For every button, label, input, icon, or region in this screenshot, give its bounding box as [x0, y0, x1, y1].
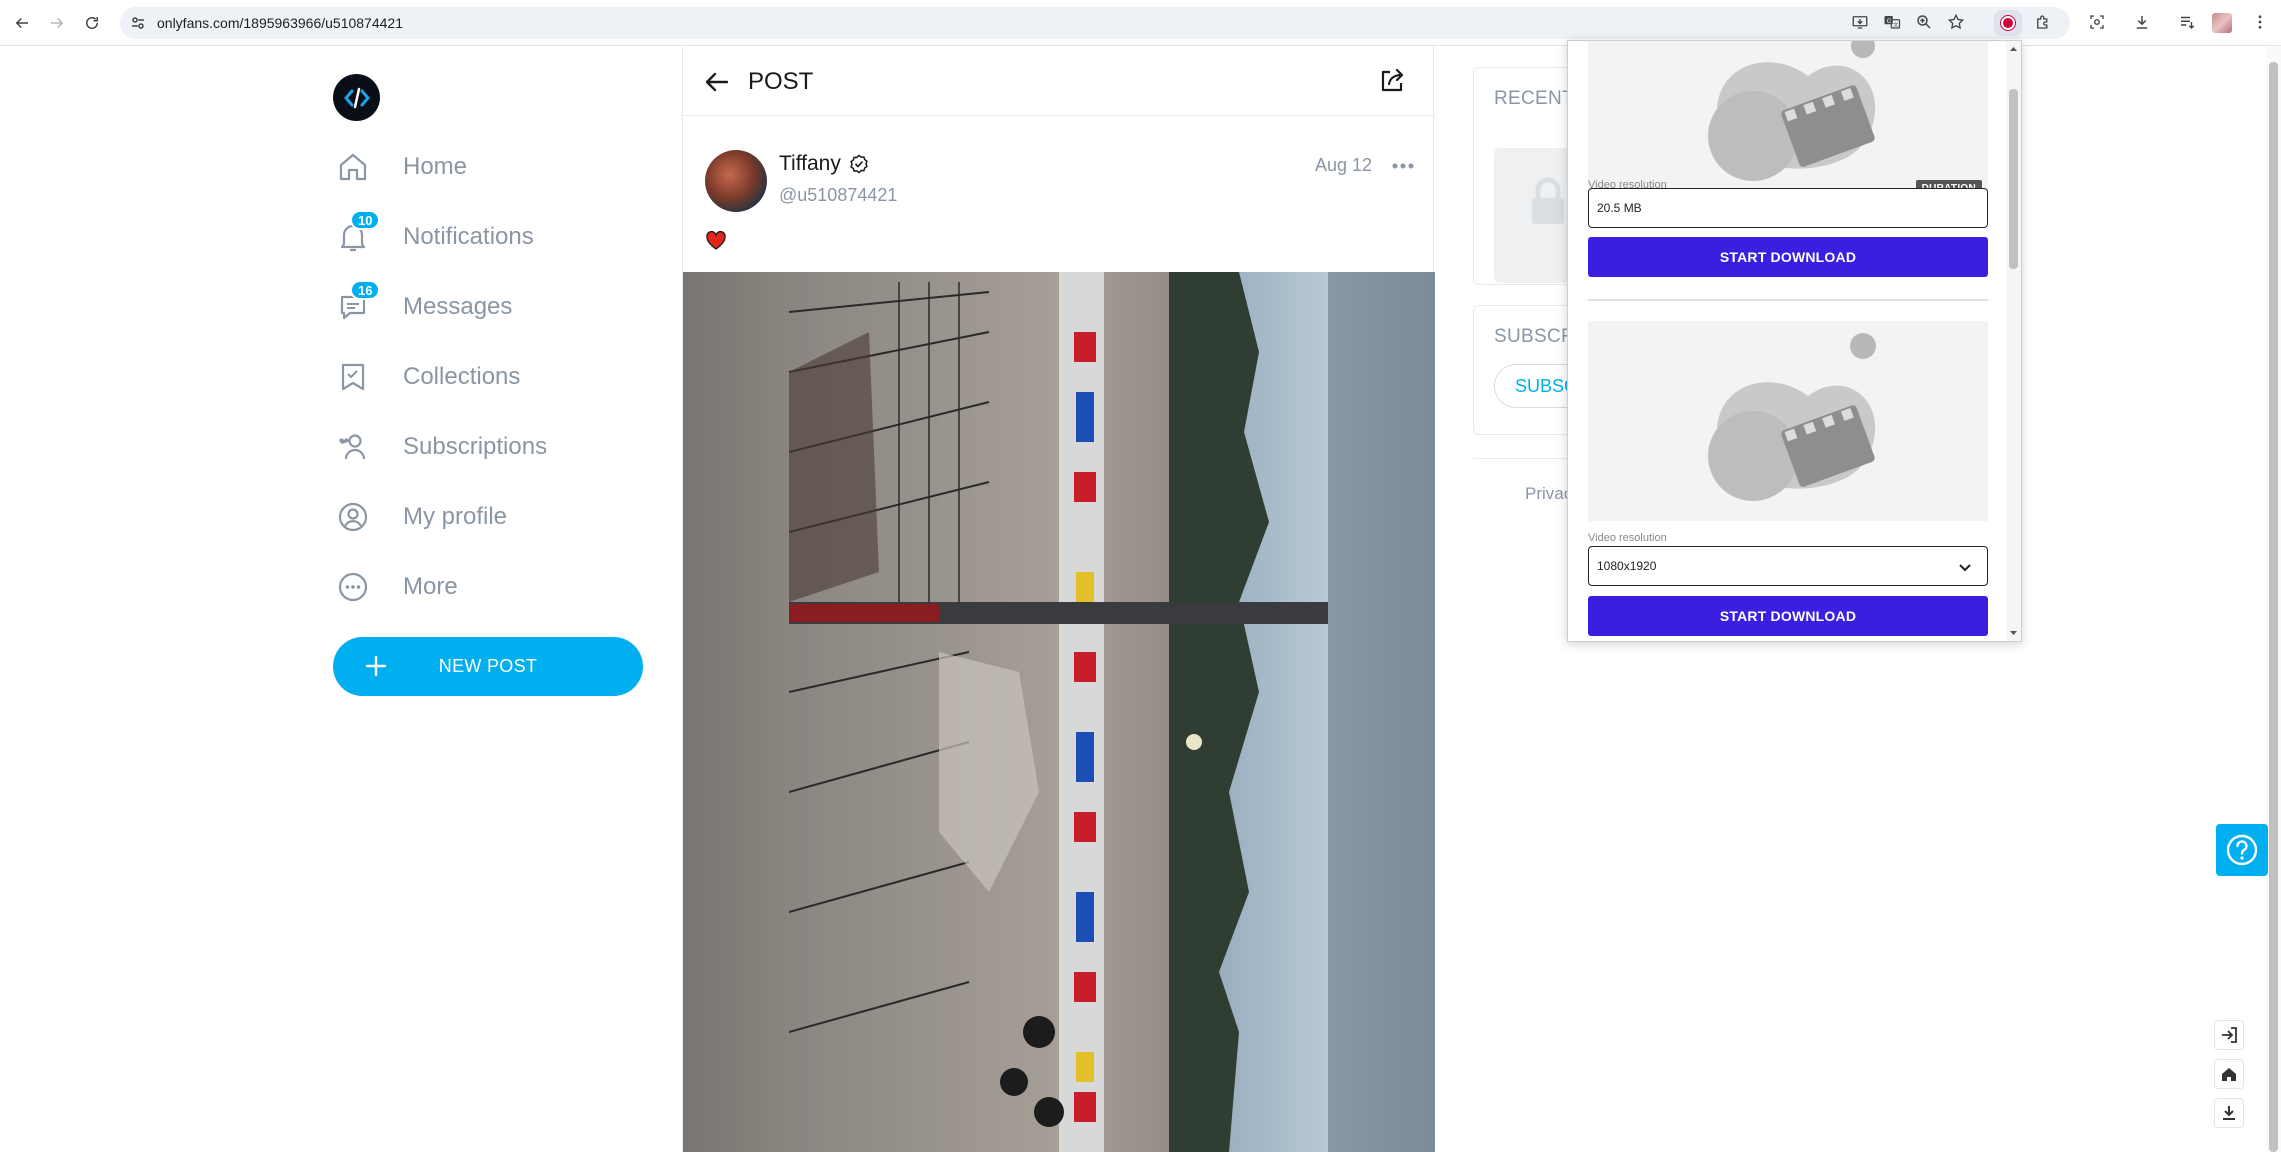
video-placeholder-icon — [1708, 41, 1876, 181]
page-scrollbar[interactable] — [2266, 46, 2281, 1152]
sidebar-item-label: Subscriptions — [403, 433, 548, 460]
new-post-button[interactable]: NEW POST — [333, 637, 643, 696]
sidebar-item-home[interactable]: Home — [333, 142, 643, 192]
code-logo-icon — [343, 87, 370, 108]
translate-icon[interactable]: G文 — [1881, 11, 1903, 33]
bookmark-star-icon[interactable] — [1945, 11, 1967, 33]
post-date: Aug 12 — [1315, 155, 1373, 175]
home-icon — [2222, 1068, 2236, 1081]
login-icon — [2222, 1027, 2237, 1043]
help-button[interactable] — [2216, 824, 2268, 876]
url-text: onlyfans.com/1895963966/u510874421 — [157, 15, 403, 31]
download-icon — [2223, 1106, 2235, 1120]
messages-badge: 16 — [350, 280, 381, 300]
address-bar[interactable]: onlyfans.com/1895963966/u510874421 — [120, 7, 2070, 39]
subscription-title: SUBSCR — [1494, 326, 1575, 347]
recorder-extension-icon[interactable] — [1994, 10, 2022, 36]
post-video[interactable] — [683, 272, 1435, 1152]
heart-icon[interactable] — [705, 230, 727, 252]
sidebar-item-notifications[interactable]: 10 Notifications — [333, 210, 643, 262]
resolution-value: 20.5 MB — [1597, 201, 1642, 215]
sidebar-item-label: Collections — [403, 363, 521, 390]
chat-icon: 16 — [333, 280, 381, 327]
start-download-button[interactable]: START DOWNLOAD — [1588, 237, 1988, 277]
profile-avatar[interactable] — [2212, 13, 2232, 33]
start-download-button[interactable]: START DOWNLOAD — [1588, 596, 1988, 636]
author-handle[interactable]: @u510874421 — [779, 185, 897, 206]
resolution-select[interactable]: 1080x1920 — [1588, 546, 1988, 586]
svg-text:文: 文 — [1893, 21, 1899, 29]
plus-icon — [365, 655, 387, 677]
screenshot-icon[interactable] — [2086, 11, 2108, 33]
sidebar-item-label: Home — [403, 153, 468, 180]
recent-title: RECENT — [1494, 88, 1574, 109]
downloads-icon[interactable] — [2131, 11, 2153, 33]
home-icon — [333, 147, 373, 187]
scroll-down-icon[interactable] — [2009, 629, 2018, 637]
post-options-icon[interactable] — [1390, 158, 1416, 174]
avatar[interactable] — [705, 150, 767, 212]
divider — [1588, 299, 1988, 301]
video-placeholder-icon — [1708, 333, 1876, 501]
profile-icon — [333, 497, 373, 537]
verified-icon — [850, 154, 868, 174]
privacy-link[interactable]: Privac — [1525, 484, 1572, 504]
video-thumbnail — [1588, 321, 1988, 521]
site-logo[interactable] — [333, 74, 380, 121]
install-app-icon[interactable] — [1849, 11, 1871, 33]
resolution-label: Video resolution — [1588, 532, 1667, 544]
sidebar-item-collections[interactable]: Collections — [333, 352, 643, 402]
post-header: POST — [683, 46, 1435, 116]
sidebar-item-subscriptions[interactable]: Subscriptions — [333, 422, 643, 472]
collections-icon — [333, 357, 373, 397]
extensions-puzzle-icon[interactable] — [2032, 11, 2054, 33]
sidebar-item-label: My profile — [403, 503, 508, 530]
lock-icon — [1532, 177, 1564, 224]
reading-list-icon[interactable] — [2176, 11, 2198, 33]
author-name[interactable]: Tiffany — [779, 152, 841, 176]
sidebar-item-messages[interactable]: 16 Messages — [333, 280, 643, 332]
scroll-up-icon[interactable] — [2009, 45, 2018, 53]
video-thumbnail: DURATION — [1588, 41, 1988, 201]
notifications-badge: 10 — [350, 210, 381, 230]
zoom-icon[interactable] — [1913, 11, 1935, 33]
post-column: POST Tiffany @u510874421 Aug 12 — [682, 46, 1435, 1152]
back-icon[interactable] — [10, 11, 34, 35]
subscriptions-icon — [333, 427, 373, 467]
sidebar-item-label: More — [403, 573, 458, 600]
chevron-down-icon — [1959, 564, 1971, 572]
help-question-icon — [2226, 834, 2258, 866]
sidebar-item-label: Messages — [403, 293, 513, 320]
reload-icon[interactable] — [80, 11, 104, 35]
login-float-button[interactable] — [2214, 1020, 2244, 1050]
resolution-field[interactable]: 20.5 MB — [1588, 188, 1988, 228]
sidebar-item-more[interactable]: More — [333, 562, 643, 612]
menu-kebab-icon[interactable] — [2249, 11, 2271, 33]
home-float-button[interactable] — [2214, 1059, 2244, 1089]
download-float-button[interactable] — [2214, 1098, 2244, 1128]
more-icon — [333, 567, 373, 607]
site-info-icon[interactable] — [130, 15, 146, 31]
video-frame-image — [789, 272, 1328, 1152]
share-icon[interactable] — [1377, 66, 1407, 96]
popup-scrollbar[interactable] — [2006, 41, 2021, 641]
video-downloader-popup: DURATION Video resolution 20.5 MB START … — [1567, 40, 2022, 642]
bell-icon: 10 — [333, 210, 381, 257]
page-title: POST — [748, 68, 814, 95]
forward-icon[interactable] — [45, 11, 69, 35]
sidebar-item-label: Notifications — [403, 223, 534, 250]
sidebar-item-my-profile[interactable]: My profile — [333, 492, 643, 542]
author-name-row[interactable]: Tiffany — [779, 152, 869, 176]
back-arrow-icon[interactable] — [703, 68, 731, 96]
resolution-value: 1080x1920 — [1597, 559, 1657, 573]
